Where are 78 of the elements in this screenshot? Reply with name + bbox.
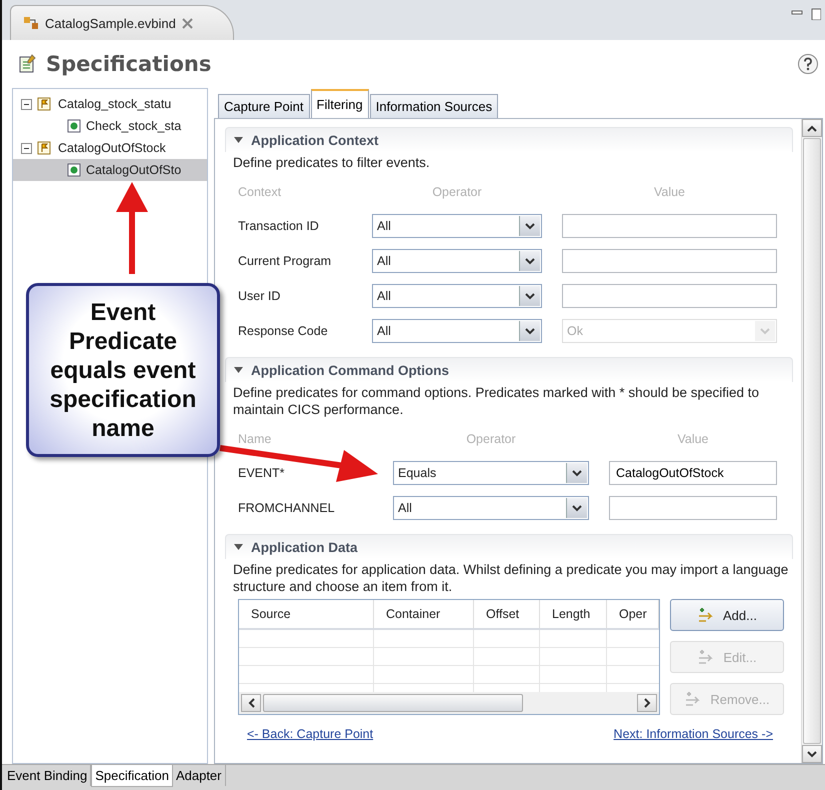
caret-icon [525, 328, 535, 334]
column-header[interactable]: Length [540, 600, 607, 628]
section-title: Application Command Options [251, 362, 449, 378]
operator-dropdown[interactable]: All [393, 496, 589, 520]
bottom-tab[interactable]: Adapter [172, 765, 226, 786]
operator-dropdown[interactable]: Equals [393, 461, 589, 485]
tree-item[interactable]: CatalogOutOfStock [56, 140, 168, 156]
page-title: Specifications [46, 52, 212, 76]
scroll-thumb[interactable] [803, 138, 821, 744]
next-link[interactable]: Next: Information Sources -> [614, 727, 773, 741]
spec-icon [67, 119, 81, 133]
value-field[interactable] [562, 214, 777, 238]
form-icon [18, 54, 38, 74]
value-field[interactable]: CatalogOutOfStock [609, 461, 777, 485]
collapse-icon[interactable] [234, 367, 243, 373]
value-field[interactable] [562, 249, 777, 273]
caret-icon [572, 470, 582, 476]
action-button[interactable]: Add... [670, 599, 784, 631]
column-header: Operator [431, 185, 483, 199]
field-label: Transaction ID [238, 219, 319, 233]
field-label: FROMCHANNEL [238, 501, 335, 515]
caret-icon [572, 504, 582, 512]
spec-icon [67, 163, 81, 177]
caret-icon [525, 258, 535, 264]
value-field[interactable] [562, 284, 777, 308]
column-header[interactable]: Offset [474, 600, 540, 628]
editor-tab[interactable]: CatalogSample.evbind [10, 5, 234, 40]
field-label: Current Program [238, 254, 332, 268]
folder-flag-icon [37, 97, 51, 111]
field-label: Response Code [238, 324, 328, 338]
column-header: Value [676, 432, 710, 446]
collapse-icon[interactable] [21, 98, 32, 110]
section-header[interactable]: Application Context [225, 127, 793, 152]
caret-icon [525, 222, 535, 230]
value-field[interactable] [609, 496, 777, 520]
help-icon[interactable] [797, 53, 819, 75]
column-header[interactable]: Source [239, 600, 374, 628]
caret-icon [760, 328, 770, 334]
column-header[interactable]: Container [374, 600, 474, 628]
form-tab[interactable]: Information Sources [370, 94, 498, 118]
section-description: Define predicates to filter events. [232, 154, 431, 172]
section-header[interactable]: Application Command Options [225, 357, 793, 382]
close-icon[interactable] [182, 18, 193, 28]
tree-item[interactable]: Catalog_stock_statu [56, 96, 174, 112]
maximize-icon[interactable] [811, 8, 821, 20]
bottom-tab[interactable]: Specification [91, 765, 173, 787]
scroll-left-icon[interactable] [241, 694, 261, 712]
column-header[interactable]: Oper [607, 600, 659, 628]
collapse-icon[interactable] [234, 137, 243, 143]
scroll-down-icon[interactable] [802, 745, 822, 763]
column-header: Name [238, 432, 272, 446]
folder-flag-icon [37, 141, 51, 155]
tree-item[interactable]: CatalogOutOfSto [13, 159, 207, 181]
binding-icon [23, 15, 39, 31]
scroll-thumb[interactable] [263, 694, 524, 712]
section-description: Define predicates for command options. Predicates marked with * should be specified to maintain CICS performance. [232, 384, 760, 419]
column-header: Operator [465, 432, 517, 446]
field-label: EVENT* [238, 466, 285, 480]
operator-dropdown[interactable]: All [372, 214, 542, 238]
scroll-up-icon[interactable] [802, 119, 822, 137]
section-title: Application Data [251, 540, 358, 554]
column-header: Context [238, 185, 282, 199]
operator-dropdown[interactable]: All [372, 249, 542, 273]
operator-dropdown[interactable]: All [372, 284, 542, 308]
collapse-icon[interactable] [234, 544, 243, 550]
collapse-icon[interactable] [21, 142, 32, 154]
tree-item[interactable]: Check_stock_sta [13, 115, 207, 137]
section-description: Define predicates for application data. Whilst defining a predicate you may import a language structure and choose an item from it. [232, 561, 790, 596]
section-title: Application Context [251, 132, 378, 148]
back-link[interactable]: <- Back: Capture Point [247, 727, 374, 741]
form-tab[interactable]: Capture Point [218, 94, 310, 118]
section-header[interactable]: Application Data [225, 534, 793, 559]
column-header: Value [652, 185, 686, 199]
field-label: User ID [238, 289, 280, 303]
scroll-right-icon[interactable] [637, 694, 657, 712]
form-tab[interactable]: Filtering [310, 89, 369, 118]
caret-icon [525, 292, 535, 300]
callout-text: Event Predicate equals event specification name [48, 298, 198, 442]
